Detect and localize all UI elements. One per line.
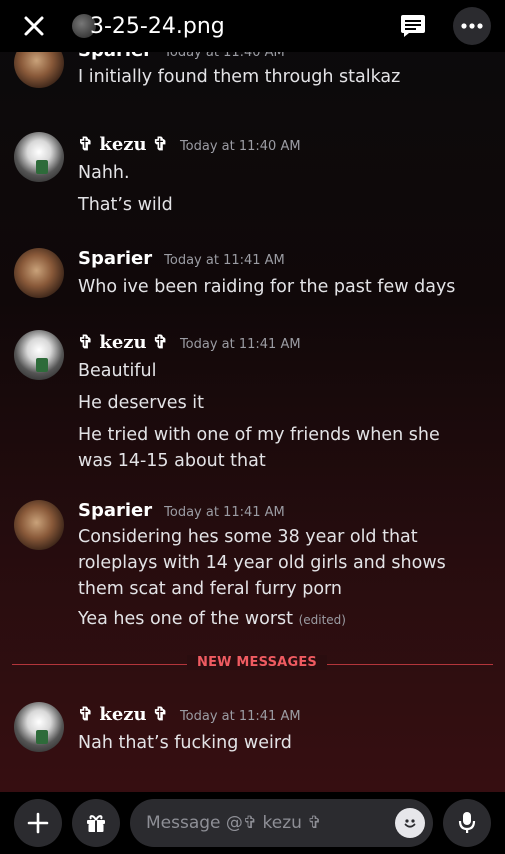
message-input-container [130,799,433,847]
more-button[interactable] [453,7,491,45]
message-text[interactable]: He deserves it [78,390,478,416]
gift-icon [87,815,105,832]
voice-message-button[interactable] [443,799,491,847]
author-name[interactable]: ✞ kezu ✞ [78,332,168,353]
timestamp: Today at 11:41 AM [164,505,285,520]
avatar[interactable] [14,248,64,298]
message-text[interactable]: That’s wild [78,192,478,218]
author-name[interactable]: Sparier [78,248,152,269]
close-button[interactable] [14,6,54,46]
close-icon [24,16,44,36]
avatar[interactable] [14,132,64,182]
plus-icon [27,812,49,834]
chat-bubble-icon [401,15,425,37]
file-title: 3-25-24.png [90,13,225,39]
message-text[interactable]: Beautiful [78,358,478,384]
timestamp: Today at 11:41 AM [179,709,301,724]
message-composer [0,792,505,854]
message-text[interactable]: Nah that’s fucking weird [78,730,478,756]
message-text[interactable]: Who ive been raiding for the past few da… [78,274,478,300]
message-text-content: Yea hes one of the worst [78,609,293,629]
message-list[interactable]: Sparier Today at 11:40 AM I initially fo… [0,52,505,792]
message-text[interactable]: Considering hes some 38 year old that ro… [78,524,478,602]
emoji-icon [404,819,416,828]
timestamp: Today at 11:41 AM [179,337,301,352]
timestamp: Today at 11:41 AM [164,253,285,268]
timestamp: Today at 11:40 AM [179,139,301,154]
more-dots-icon [461,23,483,29]
new-messages-label: NEW MESSAGES [187,655,327,670]
add-attachment-button[interactable] [14,799,62,847]
edited-label: (edited) [298,613,346,627]
avatar[interactable] [14,702,64,752]
timestamp: Today at 11:40 AM [164,52,285,60]
message-input[interactable] [146,813,385,833]
thread-button[interactable] [395,8,431,44]
author-name[interactable]: ✞ kezu ✞ [78,134,168,155]
microphone-icon [458,812,476,833]
author-name[interactable]: Sparier [78,500,152,521]
avatar[interactable] [14,52,64,88]
message-text[interactable]: Yea hes one of the worst (edited) [78,606,478,633]
gift-button[interactable] [72,799,120,847]
message-text[interactable]: Nahh. [78,160,478,186]
message-text[interactable]: I initially found them through stalkaz [78,64,478,90]
author-name[interactable]: Sparier [78,52,152,61]
avatar[interactable] [14,500,64,550]
top-bar: 3-25-24.png [0,0,505,52]
avatar[interactable] [14,330,64,380]
message-text[interactable]: He tried with one of my friends when she… [78,422,478,474]
emoji-button[interactable] [395,808,425,838]
author-name[interactable]: ✞ kezu ✞ [78,704,168,725]
